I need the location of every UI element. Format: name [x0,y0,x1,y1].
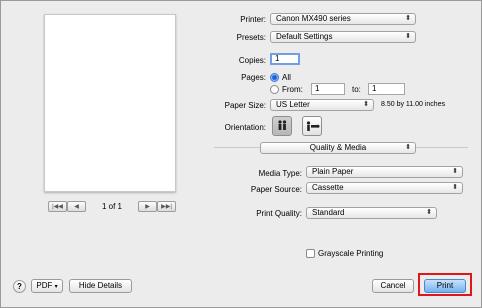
last-page-button[interactable]: ▶▶| [157,201,176,212]
pages-all-label: All [282,73,291,82]
print-quality-label: Print Quality: [256,209,302,218]
updown-chevron-icon: ⬍ [363,101,369,108]
updown-chevron-icon: ⬍ [452,184,458,191]
paper-size-value: US Letter [276,100,310,109]
hide-details-button[interactable]: Hide Details [69,279,132,293]
grayscale-checkbox[interactable] [306,249,315,258]
prev-page-button[interactable]: ◀ [67,201,86,212]
presets-label: Presets: [236,33,266,42]
pages-label: Pages: [241,73,266,82]
pages-to-label: to: [352,85,361,94]
first-page-icon: |◀◀ [52,204,63,210]
paper-source-value: Cassette [312,183,344,192]
copies-field[interactable]: 1 [270,53,300,65]
printer-value: Canon MX490 series [276,14,351,23]
updown-chevron-icon: ⬍ [405,15,411,22]
pages-all-radio[interactable] [270,73,279,82]
first-page-button[interactable]: |◀◀ [48,201,67,212]
page-counter: 1 of 1 [101,202,122,211]
print-quality-value: Standard [312,208,345,217]
dropdown-arrow-icon: ▾ [54,284,58,290]
updown-chevron-icon: ⬍ [426,209,432,216]
paper-size-popup[interactable]: US Letter ⬍ [270,99,374,111]
media-type-popup[interactable]: Plain Paper ⬍ [306,166,463,178]
updown-chevron-icon: ⬍ [405,33,411,40]
page-preview [44,14,176,192]
media-type-value: Plain Paper [312,167,354,176]
section-popup[interactable]: Quality & Media ⬍ [260,142,416,154]
portrait-orientation-button[interactable] [272,116,292,136]
pdf-label: PDF [36,281,53,290]
prev-page-icon: ◀ [74,204,79,210]
pages-from-field[interactable]: 1 [311,83,345,95]
printer-popup[interactable]: Canon MX490 series ⬍ [270,13,416,25]
pdf-menu-button[interactable]: PDF ▾ [31,279,63,293]
presets-popup[interactable]: Default Settings ⬍ [270,31,416,43]
presets-value: Default Settings [276,32,333,41]
copies-label: Copies: [238,56,266,65]
cancel-button[interactable]: Cancel [372,279,414,293]
paper-source-label: Paper Source: [250,185,302,194]
pages-to-field[interactable]: 1 [368,83,405,95]
paper-dimensions: 8.50 by 11.00 inches [381,101,446,108]
help-button[interactable]: ? [13,280,26,293]
paper-source-popup[interactable]: Cassette ⬍ [306,182,463,194]
portrait-person-icon [278,120,287,130]
paper-size-label: Paper Size: [224,101,266,110]
landscape-person-icon [306,121,320,131]
landscape-orientation-button[interactable] [302,116,322,136]
orientation-label: Orientation: [224,123,266,132]
media-type-label: Media Type: [258,169,302,178]
help-icon: ? [17,282,22,291]
next-page-button[interactable]: ▶ [138,201,157,212]
pages-from-label: From: [282,85,303,94]
last-page-icon: ▶▶| [161,204,172,210]
print-button-highlight [418,273,472,296]
printer-label: Printer: [240,15,266,24]
print-quality-popup[interactable]: Standard ⬍ [306,207,437,219]
grayscale-label: Grayscale Printing [318,249,384,258]
updown-chevron-icon: ⬍ [405,144,411,151]
next-page-icon: ▶ [145,204,150,210]
pages-from-radio[interactable] [270,85,279,94]
updown-chevron-icon: ⬍ [452,168,458,175]
section-popup-value: Quality & Media [309,143,367,152]
